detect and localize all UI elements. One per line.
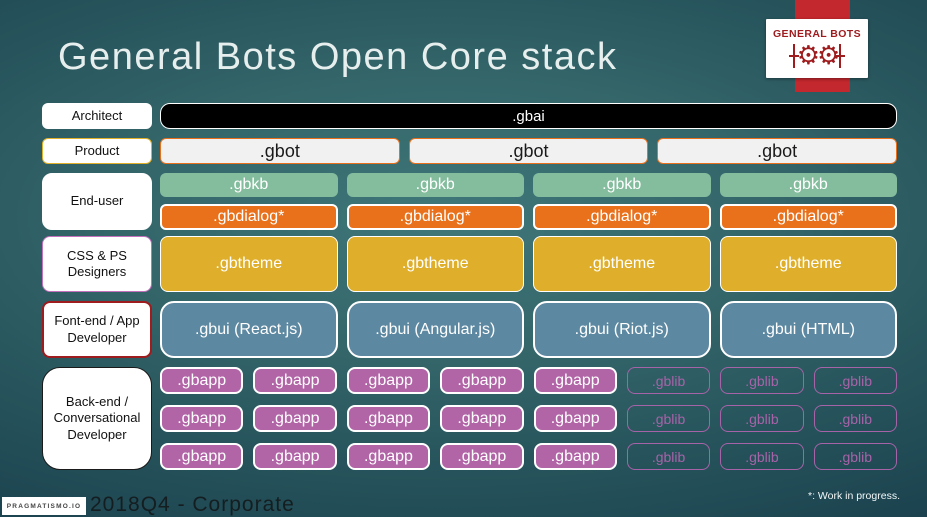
work-in-progress-note: *: Work in progress. [807,490,900,502]
gbui-html-box: .gbui (HTML) [719,301,897,358]
designers-label: CSS & PS Designers [42,236,152,292]
gblib-box: .gblib [720,367,804,394]
gbkb-box: .gbkb [160,173,338,197]
gblib-box: .gblib [720,405,804,432]
core-stack-diagram: Architect .gbai Product .gbot .gbot .gbo… [42,103,897,470]
gbapp-box: .gbapp [533,367,617,394]
designers-band: CSS & PS Designers .gbtheme .gbtheme .gb… [42,236,897,292]
gbtheme-box: .gbtheme [346,236,524,292]
gbkb-box: .gbkb [533,173,711,197]
gear-line-left-icon [788,43,799,68]
frontend-band: Font-end / App Developer .gbui (React.js… [42,301,897,358]
architect-band: Architect .gbai [42,103,897,129]
product-band: Product .gbot .gbot .gbot [42,138,897,164]
gbot-box: .gbot [408,138,649,164]
gbapp-box: .gbapp [160,367,244,394]
gbapp-box: .gbapp [253,443,337,470]
gbdialog-box: .gbdialog* [346,204,524,230]
gbapp-box: .gbapp [346,367,431,394]
backend-label: Back-end / Conversational Developer [42,367,152,470]
gbapp-box: .gbapp [533,443,617,470]
gears-icon: ⚙⚙ [788,40,846,72]
end-user-band: End-user .gbkb .gbkb .gbkb .gbkb .gbdial… [42,173,897,230]
gbkb-box: .gbkb [346,173,524,197]
architect-label: Architect [42,103,152,129]
gbui-angular-box: .gbui (Angular.js) [346,301,524,358]
gbapp-box: .gbapp [440,367,524,394]
gear-line-right-icon [835,43,846,68]
backend-band: Back-end / Conversational Developer .gba… [42,367,897,470]
gbapp-box: .gbapp [346,443,431,470]
slide-footer: 2018Q4 - Corporate [90,493,295,516]
gblib-box: .gblib [626,443,711,470]
product-label: Product [42,138,152,164]
gblib-box: .gblib [720,443,804,470]
slide-title: General Bots Open Core stack [58,36,618,78]
gbapp-box: .gbapp [253,367,337,394]
gbtheme-box: .gbtheme [533,236,711,292]
logo-wordmark: GENERAL BOTS [772,27,862,40]
gbapp-box: .gbapp [160,443,244,470]
frontend-label: Font-end / App Developer [42,301,152,358]
gbai-box: .gbai [160,103,897,129]
gbdialog-box: .gbdialog* [160,204,338,230]
gbdialog-box: .gbdialog* [533,204,711,230]
gbapp-box: .gbapp [440,443,524,470]
gbot-box: .gbot [160,138,400,164]
gblib-box: .gblib [813,405,897,432]
pragmatismo-badge: PRAGMATISMO.IO [2,497,86,515]
gblib-box: .gblib [626,367,711,394]
gbapp-box: .gbapp [440,405,524,432]
gbapp-box: .gbapp [346,405,431,432]
gbui-react-box: .gbui (React.js) [160,301,338,358]
gbapp-box: .gbapp [253,405,337,432]
gbapp-box: .gbapp [533,405,617,432]
general-bots-logo: GENERAL BOTS ⚙⚙ [766,19,868,78]
gbot-box: .gbot [657,138,897,164]
gblib-box: .gblib [813,367,897,394]
end-user-label: End-user [42,173,152,230]
gbkb-box: .gbkb [719,173,897,197]
gbui-riot-box: .gbui (Riot.js) [533,301,711,358]
gbtheme-box: .gbtheme [160,236,338,292]
gbapp-box: .gbapp [160,405,244,432]
gbtheme-box: .gbtheme [719,236,897,292]
gblib-box: .gblib [813,443,897,470]
gblib-box: .gblib [626,405,711,432]
gbdialog-box: .gbdialog* [719,204,897,230]
gear-glyphs-icon: ⚙⚙ [796,40,841,71]
